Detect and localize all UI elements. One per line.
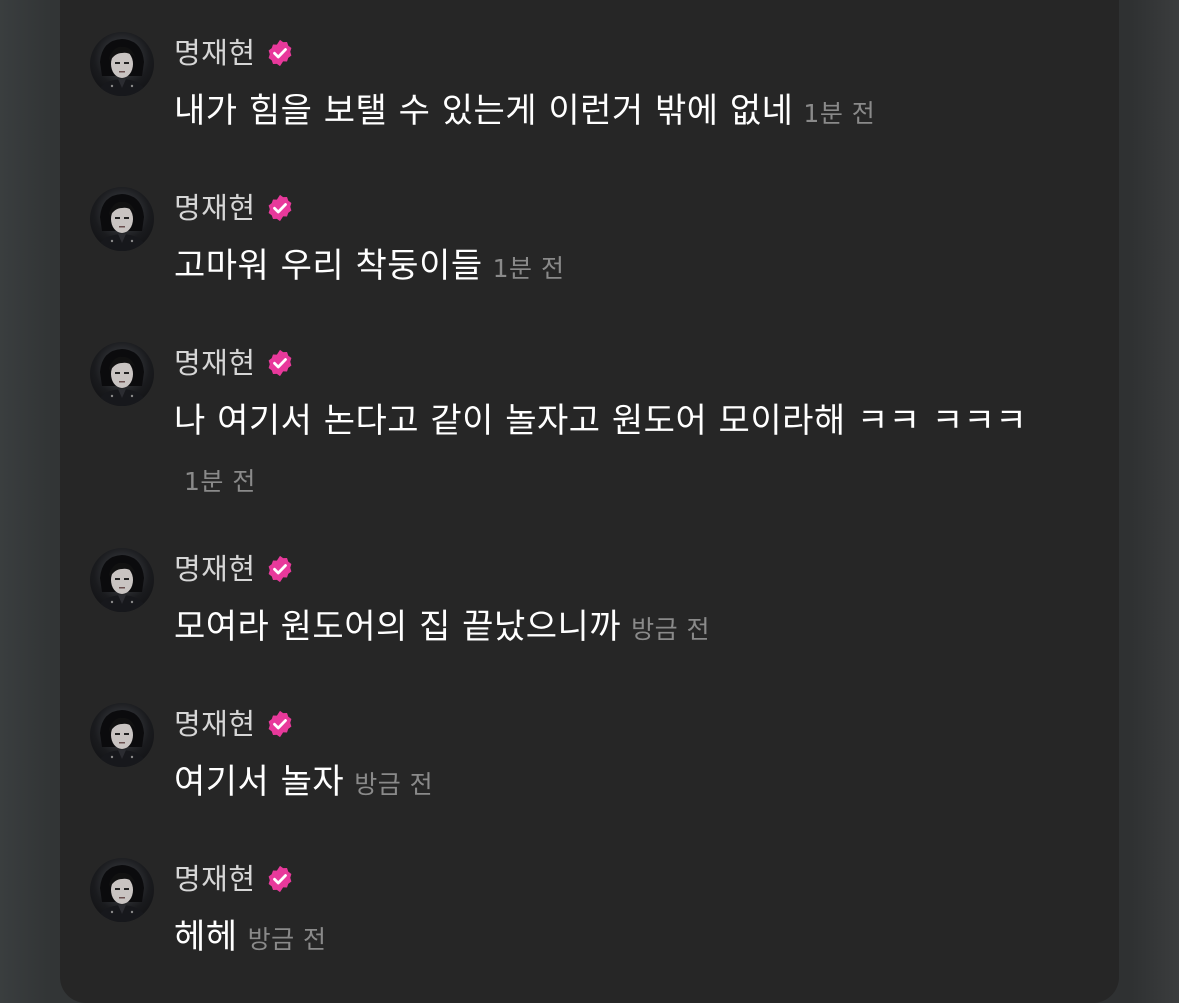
avatar[interactable] — [90, 32, 154, 96]
comment-item: 명재현 내가 힘을 보탤 수 있는게 이런거 밖에 없네 1분 전 — [90, 32, 1090, 152]
avatar[interactable] — [90, 548, 154, 612]
username[interactable]: 명재현 — [174, 346, 256, 380]
comment-text: 내가 힘을 보탤 수 있는게 이런거 밖에 없네 — [174, 91, 794, 131]
avatar[interactable] — [90, 703, 154, 767]
username[interactable]: 명재현 — [174, 36, 256, 70]
comment-text: 모여라 원도어의 집 끝났으니까 — [174, 607, 622, 647]
verified-badge-icon — [265, 38, 295, 68]
comment-text: 나 여기서 논다고 같이 놀자고 원도어 모이라해 ㅋㅋ ㅋㅋㅋ — [174, 401, 1028, 441]
username[interactable]: 명재현 — [174, 552, 256, 586]
timestamp: 방금 전 — [354, 770, 434, 799]
timestamp: 방금 전 — [631, 615, 711, 644]
comment-item: 명재현 헤헤 방금 전 — [90, 858, 1090, 978]
username[interactable]: 명재현 — [174, 862, 256, 896]
comment-item: 명재현 여기서 놀자 방금 전 — [90, 703, 1090, 823]
verified-badge-icon — [265, 864, 295, 894]
avatar[interactable] — [90, 342, 154, 406]
comment-item: 명재현 나 여기서 논다고 같이 놀자고 원도어 모이라해 ㅋㅋ ㅋㅋㅋ 1분 전 — [90, 342, 1090, 517]
comment-text: 여기서 놀자 — [174, 762, 345, 802]
timestamp: 1분 전 — [184, 467, 256, 496]
comment-text: 고마워 우리 착둥이들 — [174, 246, 483, 286]
verified-badge-icon — [265, 193, 295, 223]
verified-badge-icon — [265, 348, 295, 378]
timestamp: 방금 전 — [247, 925, 327, 954]
comment-text: 헤헤 — [174, 917, 238, 957]
username[interactable]: 명재현 — [174, 191, 256, 225]
timestamp: 1분 전 — [803, 99, 876, 128]
verified-badge-icon — [265, 554, 295, 584]
comment-item: 명재현 고마워 우리 착둥이들 1분 전 — [90, 187, 1090, 307]
timestamp: 1분 전 — [492, 254, 565, 283]
verified-badge-icon — [265, 709, 295, 739]
avatar[interactable] — [90, 858, 154, 922]
avatar[interactable] — [90, 187, 154, 251]
comment-item: 명재현 모여라 원도어의 집 끝났으니까 방금 전 — [90, 548, 1090, 668]
username[interactable]: 명재현 — [174, 707, 256, 741]
comment-panel: 명재현 내가 힘을 보탤 수 있는게 이런거 밖에 없네 1분 전 명재현 고마… — [60, 0, 1119, 1003]
